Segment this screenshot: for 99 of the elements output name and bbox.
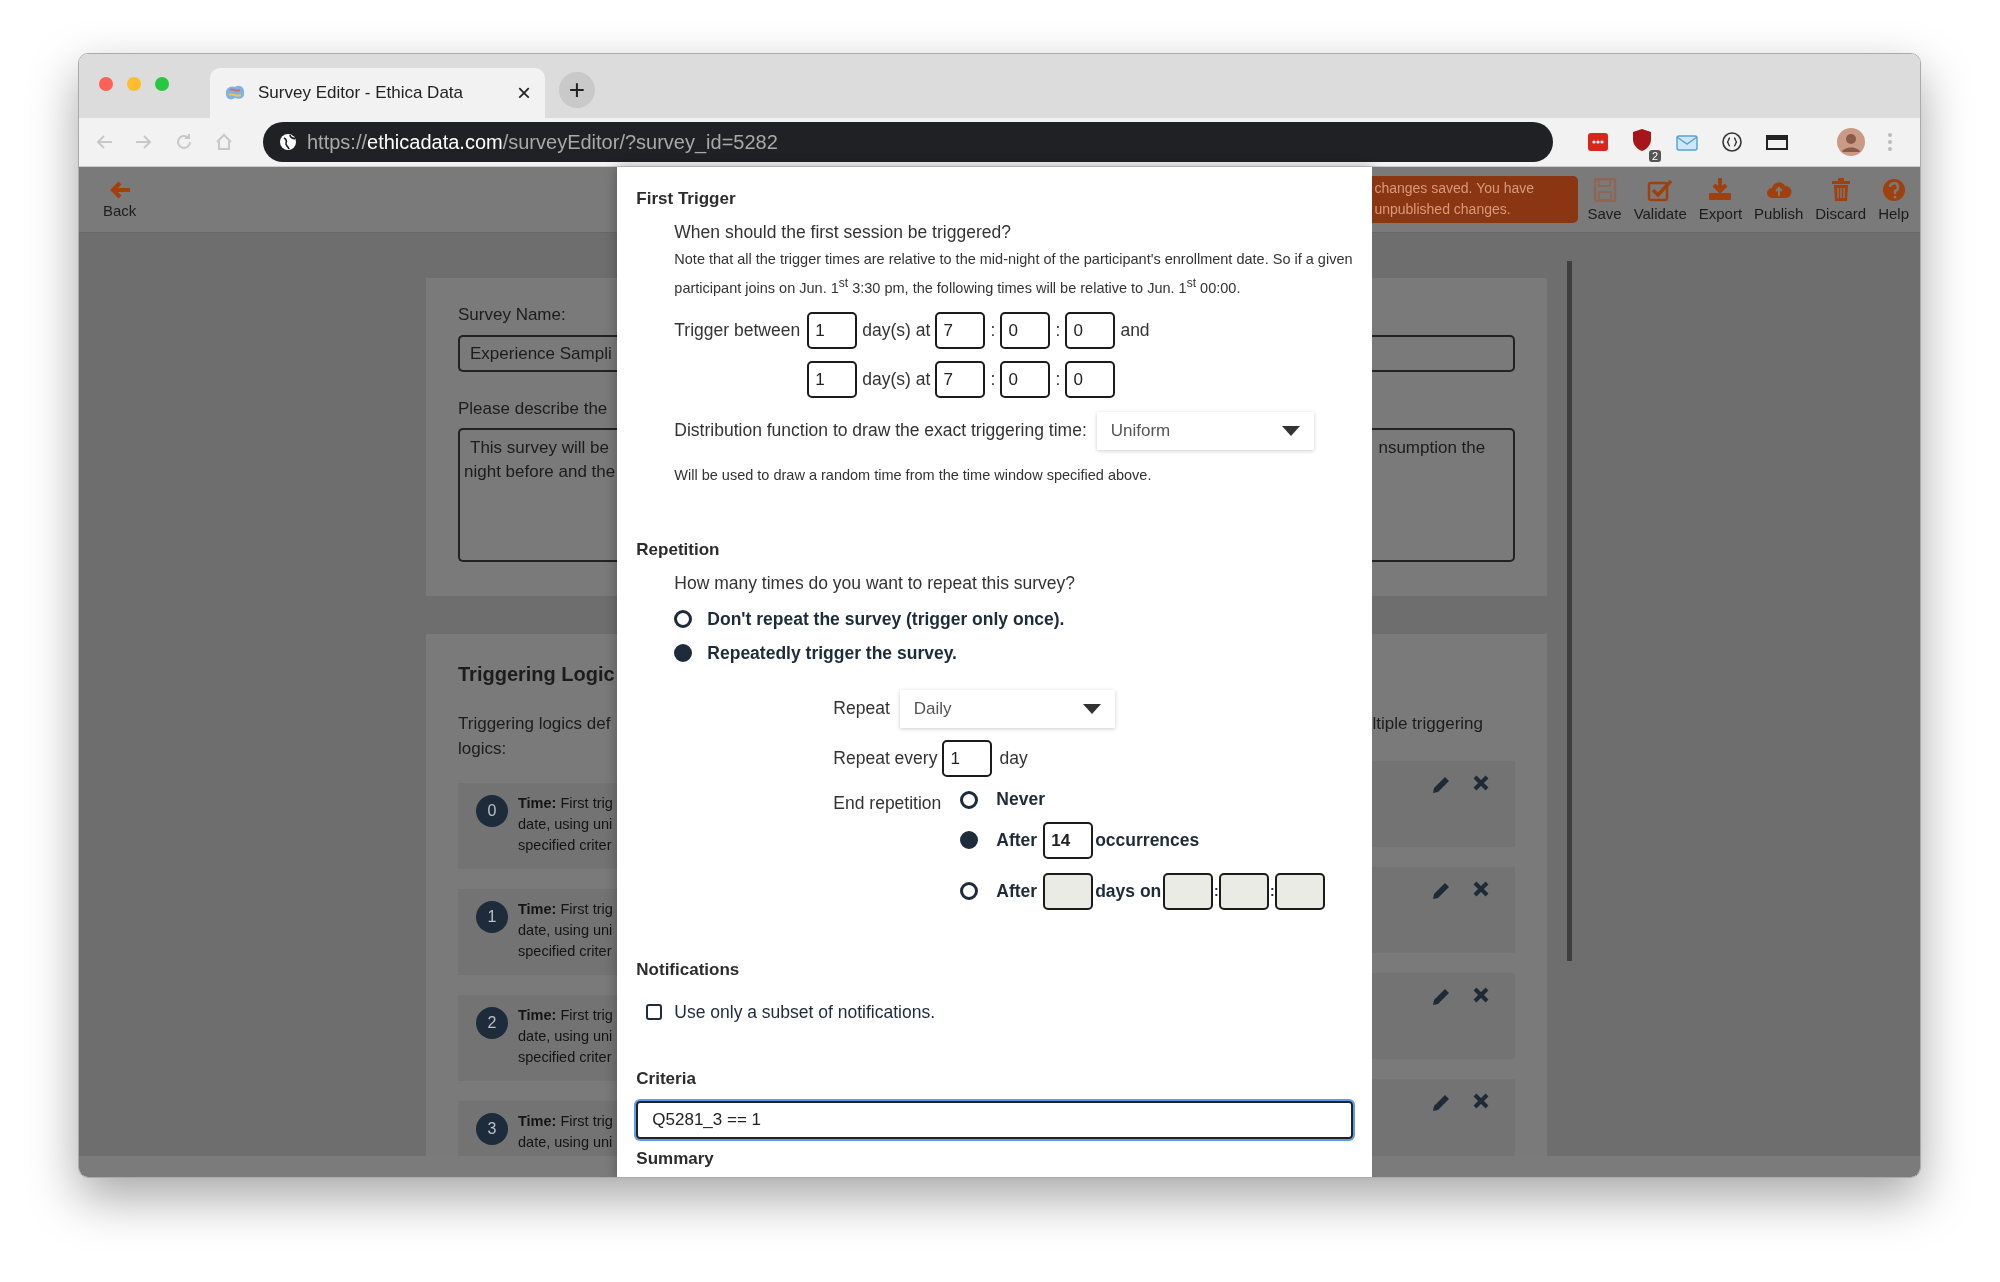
time-separator: : — [1213, 883, 1220, 900]
unit-label: day(s) at — [862, 319, 931, 341]
address-field[interactable]: https://ethicadata.com/surveyEditor/?survey_id=5282 — [263, 122, 1553, 162]
section-title: First Trigger — [636, 188, 737, 210]
days-input[interactable]: 1 — [807, 311, 858, 349]
caret-icon — [1281, 425, 1300, 436]
index-badge: 0 — [476, 795, 508, 827]
avatar-icon[interactable] — [1837, 128, 1865, 156]
repeat-dropdown[interactable]: Daily — [899, 689, 1115, 728]
question-text: When should the first session be triggered? — [674, 221, 1012, 244]
extension-badge: 2 — [1648, 150, 1661, 162]
radio-button[interactable] — [960, 831, 979, 850]
help-icon — [1880, 177, 1907, 202]
time-separator: : — [1054, 319, 1062, 341]
shield-icon[interactable] — [1631, 128, 1653, 152]
time-separator: : — [1269, 883, 1276, 900]
distribution-dropdown[interactable]: Uniform — [1096, 411, 1314, 450]
option-label: After — [996, 829, 1038, 851]
days-input[interactable]: 1 — [807, 360, 858, 398]
section-title: Repetition — [636, 538, 721, 561]
checkbox-option[interactable]: Use only a subset of notifications. — [646, 1001, 1354, 1023]
index-badge: 3 — [476, 1113, 508, 1145]
field-label: Trigger between — [674, 319, 801, 340]
criteria-input[interactable]: Q5281_3 == 1 — [636, 1100, 1354, 1139]
field-label: Distribution function to draw the exact triggering time: — [674, 420, 1087, 442]
intro-text: ltiple triggering — [1372, 713, 1484, 735]
logic-description: Time: First trig date, using uni specified criter — [518, 1006, 613, 1067]
description-field[interactable]: nsumption the — [1372, 428, 1516, 562]
window-controls-icon[interactable] — [98, 76, 170, 92]
time-separator: : — [1054, 368, 1062, 390]
checkbox-icon — [1647, 177, 1674, 202]
field-label: Survey Name: — [458, 304, 567, 326]
field-label: Repeat — [833, 698, 890, 720]
new-tab-button[interactable]: + — [559, 72, 595, 108]
intro-text: Triggering logics def logics: — [458, 713, 612, 760]
clapperboard-icon[interactable] — [1765, 132, 1789, 152]
browser-tab[interactable]: Survey Editor - Ethica Data × — [210, 68, 545, 118]
delete-icon[interactable] — [1473, 1093, 1490, 1109]
option-label: After — [996, 880, 1038, 902]
logic-description: Time: First trig date, using uni specified criter — [518, 794, 613, 855]
radio-button[interactable] — [960, 790, 979, 809]
toolbar-button[interactable]: Export — [1695, 177, 1746, 222]
index-badge: 2 — [476, 1007, 508, 1039]
back-arrow-icon — [108, 180, 131, 200]
time-input[interactable]: 7 — [935, 360, 986, 398]
edit-pencil-icon[interactable] — [1431, 775, 1452, 795]
time-input[interactable]: 0 — [1000, 311, 1051, 349]
section-title: Triggering Logic — [458, 662, 616, 687]
logic-description: Time: First trig date, using uni specified criter — [518, 900, 613, 961]
field-label: Repeat every — [833, 747, 938, 769]
count-input[interactable]: 14 — [1043, 821, 1094, 859]
field-label: Please describe the — [458, 398, 609, 420]
index-badge: 1 — [476, 901, 508, 933]
time-separator: : — [989, 319, 997, 341]
delete-icon[interactable] — [1473, 775, 1490, 791]
time-input[interactable]: 0 — [1000, 360, 1051, 398]
toolbar-button[interactable]: Validate — [1630, 177, 1690, 222]
edit-pencil-icon[interactable] — [1431, 987, 1452, 1007]
time-input[interactable]: 0 — [1065, 311, 1116, 349]
conjunction-label: and — [1120, 319, 1150, 341]
question-text: How many times do you want to repeat this survey? — [674, 571, 1077, 595]
tab-title: Survey Editor - Ethica Data — [258, 83, 465, 103]
save-status-notice: changes saved. You have unpublished changes. — [1372, 176, 1579, 223]
option-label: Never — [996, 789, 1045, 811]
unit-label: occurrences — [1095, 829, 1200, 851]
more-menu-icon[interactable] — [1887, 132, 1893, 152]
radio-option[interactable]: Don't repeat the survey (trigger only once). — [674, 608, 1354, 630]
field-label: End repetition — [833, 792, 943, 814]
toolbar-button[interactable]: Discard — [1812, 177, 1870, 222]
toolbar-button[interactable]: Help — [1875, 177, 1912, 222]
logic-description: Time: First trig date, using uni — [518, 1112, 613, 1152]
braces-icon[interactable] — [1721, 131, 1743, 153]
unit-label: days on — [1095, 880, 1162, 902]
edit-pencil-icon[interactable] — [1431, 881, 1452, 901]
hint-text: Will be used to draw a random time from the time window specified above. — [674, 465, 1153, 485]
time-input[interactable]: 7 — [935, 311, 986, 349]
unit-label: day — [999, 747, 1028, 769]
envelope-icon[interactable] — [1675, 132, 1699, 152]
note-text: Note that all the trigger times are relative to the mid-night of the participant's enrollment date. So if a given participant joins on Jun. 1$^{st}$ 3:30 pm, the following times will be relative to Jun. 1$^{st}$ 00:00. — [674, 250, 1354, 298]
section-title: Notifications — [636, 958, 741, 981]
edit-pencil-icon[interactable] — [1431, 1093, 1452, 1113]
close-tab-button[interactable]: × — [517, 79, 531, 107]
delete-icon[interactable] — [1473, 881, 1490, 897]
interval-input[interactable]: 1 — [942, 739, 993, 777]
section-title: Criteria — [636, 1067, 697, 1090]
caret-icon — [1082, 703, 1101, 714]
download-icon — [1707, 177, 1734, 202]
brain-icon — [224, 84, 246, 102]
time-separator: : — [989, 368, 997, 390]
toolbar-button[interactable]: Publish — [1751, 177, 1807, 222]
time-input[interactable]: 0 — [1065, 360, 1116, 398]
extension-icon[interactable] — [1587, 131, 1609, 153]
unit-label: day(s) at — [862, 368, 931, 390]
globe-icon — [279, 133, 297, 151]
radio-option[interactable]: Repeatedly trigger the survey. — [674, 642, 1354, 664]
back-button[interactable]: Back — [103, 180, 137, 219]
delete-icon[interactable] — [1473, 987, 1490, 1003]
survey-name-field[interactable] — [1372, 335, 1516, 372]
section-title: Summary — [636, 1147, 715, 1170]
